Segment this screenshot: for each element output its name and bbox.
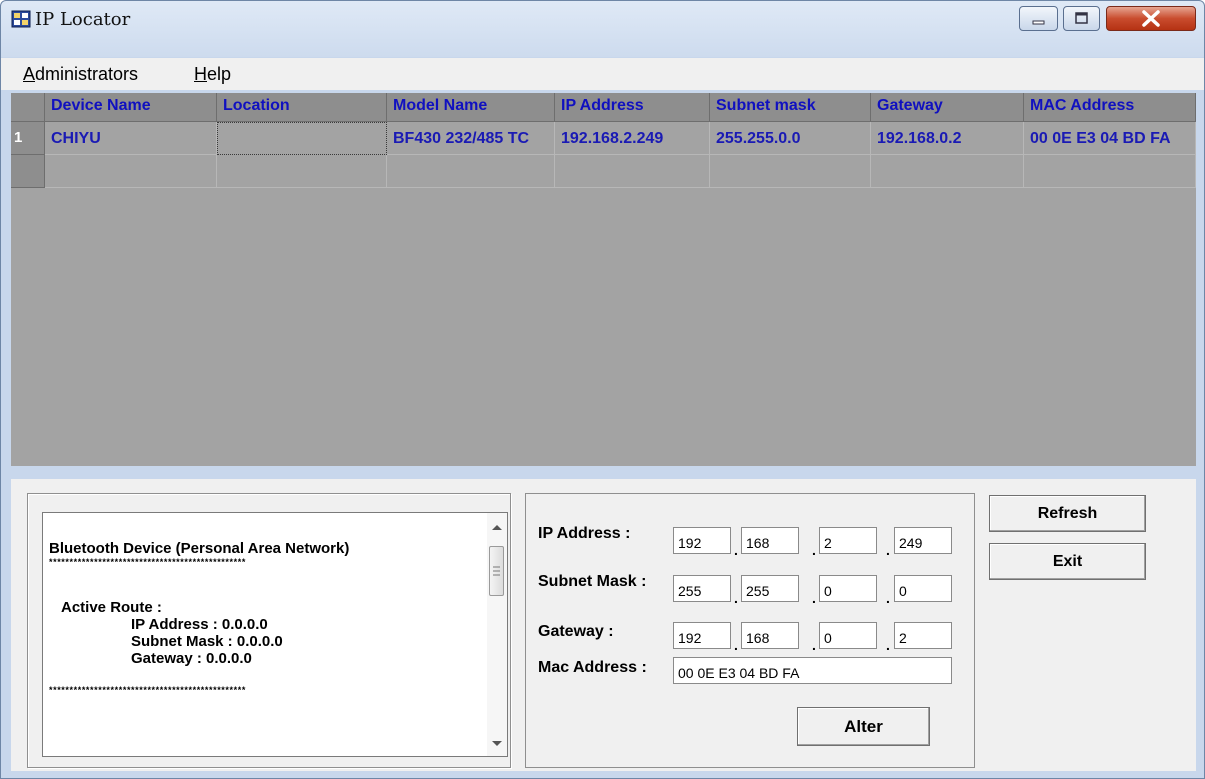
title-bar[interactable]: IP Locator [1, 1, 1204, 35]
table-cell-device-name[interactable]: CHIYU [45, 122, 217, 155]
scroll-down-icon [492, 741, 502, 746]
mask-octet-2[interactable] [741, 575, 799, 602]
empty-cell[interactable] [387, 155, 555, 188]
route-mask-line: Subnet Mask : 0.0.0.0 [131, 633, 283, 650]
table-cell-ip-address[interactable]: 192.168.2.249 [555, 122, 710, 155]
mask-octet-1[interactable] [673, 575, 731, 602]
details-panel: Bluetooth Device (Personal Area Network)… [11, 479, 1196, 771]
octet-separator: . [812, 542, 816, 558]
network-settings-group: IP Address : . . . Subnet Mask : . . . G… [525, 493, 975, 768]
column-header-ip-address[interactable]: IP Address [555, 93, 710, 122]
new-row-header[interactable] [11, 155, 45, 188]
gateway-octet-3[interactable] [819, 622, 877, 649]
menu-help[interactable]: Help [194, 64, 231, 85]
adapter-name: Bluetooth Device (Personal Area Network) [49, 540, 350, 557]
column-header-mac-address[interactable]: MAC Address [1024, 93, 1196, 122]
grid-corner [11, 93, 45, 122]
ip-octet-1[interactable] [673, 527, 731, 554]
alter-button[interactable]: Alter [797, 707, 930, 746]
octet-separator: . [812, 637, 816, 653]
table-cell-subnet-mask[interactable]: 255.255.0.0 [710, 122, 871, 155]
column-header-device-name[interactable]: Device Name [45, 93, 217, 122]
table-cell-mac-address[interactable]: 00 0E E3 04 BD FA [1024, 122, 1196, 155]
ip-octet-4[interactable] [894, 527, 952, 554]
row-header[interactable]: 1 [11, 122, 45, 155]
mac-address-label: Mac Address : [538, 659, 647, 676]
octet-separator: . [734, 542, 738, 558]
active-route-label: Active Route : [61, 599, 162, 616]
route-info-group: Bluetooth Device (Personal Area Network)… [27, 493, 511, 768]
route-ip-line: IP Address : 0.0.0.0 [131, 616, 268, 633]
octet-separator: . [734, 590, 738, 606]
minimize-button[interactable] [1019, 6, 1058, 31]
octet-separator: . [886, 542, 890, 558]
route-info-memo[interactable]: Bluetooth Device (Personal Area Network)… [42, 512, 508, 757]
empty-cell[interactable] [871, 155, 1024, 188]
octet-separator: . [812, 590, 816, 606]
empty-cell[interactable] [1024, 155, 1196, 188]
grip-icon [493, 566, 500, 576]
column-header-gateway[interactable]: Gateway [871, 93, 1024, 122]
ip-octet-2[interactable] [741, 527, 799, 554]
scroll-up-icon [492, 525, 502, 530]
route-gateway-line: Gateway : 0.0.0.0 [131, 650, 252, 667]
menu-administrators[interactable]: Administrators [23, 64, 138, 85]
octet-separator: . [734, 637, 738, 653]
empty-cell[interactable] [45, 155, 217, 188]
table-cell-location[interactable] [217, 122, 387, 155]
gateway-label: Gateway : [538, 623, 614, 640]
octet-separator: . [886, 590, 890, 606]
gateway-octet-4[interactable] [894, 622, 952, 649]
separator-line: ****************************************… [49, 685, 246, 695]
subnet-mask-label: Subnet Mask : [538, 573, 647, 590]
ip-address-label: IP Address : [538, 525, 631, 542]
column-header-subnet-mask[interactable]: Subnet mask [710, 93, 871, 122]
exit-button[interactable]: Exit [989, 543, 1146, 580]
window-title: IP Locator [35, 9, 131, 30]
ip-octet-3[interactable] [819, 527, 877, 554]
maximize-button[interactable] [1063, 6, 1100, 31]
device-grid[interactable]: Device Name Location Model Name IP Addre… [11, 93, 1196, 466]
table-cell-model-name[interactable]: BF430 232/485 TC [387, 122, 555, 155]
empty-cell[interactable] [555, 155, 710, 188]
app-grid-icon [11, 10, 31, 28]
separator-line: ****************************************… [49, 557, 246, 567]
gateway-octet-1[interactable] [673, 622, 731, 649]
menu-bar: Administrators Help [1, 58, 1204, 90]
close-button[interactable] [1106, 6, 1196, 31]
mac-address-field[interactable] [673, 657, 952, 684]
empty-cell[interactable] [217, 155, 387, 188]
refresh-button[interactable]: Refresh [989, 495, 1146, 532]
column-header-location[interactable]: Location [217, 93, 387, 122]
column-header-model-name[interactable]: Model Name [387, 93, 555, 122]
octet-separator: . [886, 637, 890, 653]
empty-cell[interactable] [710, 155, 871, 188]
scroll-thumb[interactable] [489, 546, 504, 596]
close-icon [1142, 10, 1160, 27]
maximize-icon [1075, 12, 1088, 24]
mask-octet-4[interactable] [894, 575, 952, 602]
mask-octet-3[interactable] [819, 575, 877, 602]
table-cell-gateway[interactable]: 192.168.0.2 [871, 122, 1024, 155]
ip-locator-window: IP Locator Administrators Help Device Na… [0, 0, 1205, 779]
row-number: 1 [14, 129, 23, 146]
minimize-icon [1032, 20, 1045, 25]
vertical-scrollbar[interactable] [487, 513, 507, 756]
gateway-octet-2[interactable] [741, 622, 799, 649]
